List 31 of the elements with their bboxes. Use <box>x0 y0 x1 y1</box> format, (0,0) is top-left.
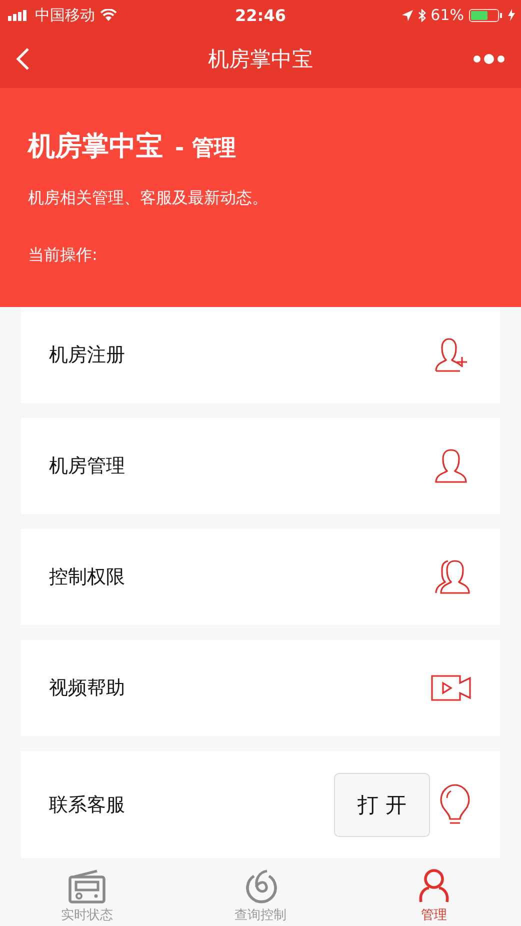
header-title: 机房掌中宝 <box>28 130 163 164</box>
menu-card[interactable]: 视频帮助 <box>21 640 500 736</box>
current-operation-label: 当前操作: <box>28 245 98 266</box>
open-button[interactable]: 打 开 <box>334 772 430 836</box>
header-subtitle: - 管理 <box>175 135 236 163</box>
menu-card[interactable]: 机房管理 <box>21 418 500 514</box>
more-icon[interactable] <box>473 53 505 65</box>
charging-icon <box>508 9 515 21</box>
menu-card[interactable]: 控制权限 <box>21 529 500 625</box>
lightbulb-icon <box>438 782 472 826</box>
back-icon[interactable] <box>16 47 30 71</box>
wifi-icon <box>100 9 117 21</box>
nav-title: 机房掌中宝 <box>208 46 313 73</box>
location-icon <box>402 10 413 20</box>
menu-card[interactable]: 机房注册 <box>21 307 500 403</box>
menu-label: 机房管理 <box>49 454 125 479</box>
menu-label: 机房注册 <box>49 343 125 368</box>
battery-percent: 61% <box>430 6 464 24</box>
menu-label: 控制权限 <box>49 565 125 590</box>
menu-card[interactable]: 联系客服 打 开 <box>21 751 500 858</box>
clock-time: 22:46 <box>235 6 286 24</box>
radio-icon <box>66 868 107 904</box>
battery-icon <box>469 8 503 22</box>
bluetooth-icon <box>418 8 426 22</box>
users-icon <box>432 557 472 597</box>
video-camera-icon <box>430 674 472 702</box>
header-description: 机房相关管理、客服及最新动态。 <box>28 188 269 209</box>
carrier-name: 中国移动 <box>35 6 95 24</box>
menu-label: 视频帮助 <box>49 676 125 701</box>
menu-label: 联系客服 <box>49 792 125 818</box>
tab-item[interactable]: 管理 <box>347 858 521 926</box>
